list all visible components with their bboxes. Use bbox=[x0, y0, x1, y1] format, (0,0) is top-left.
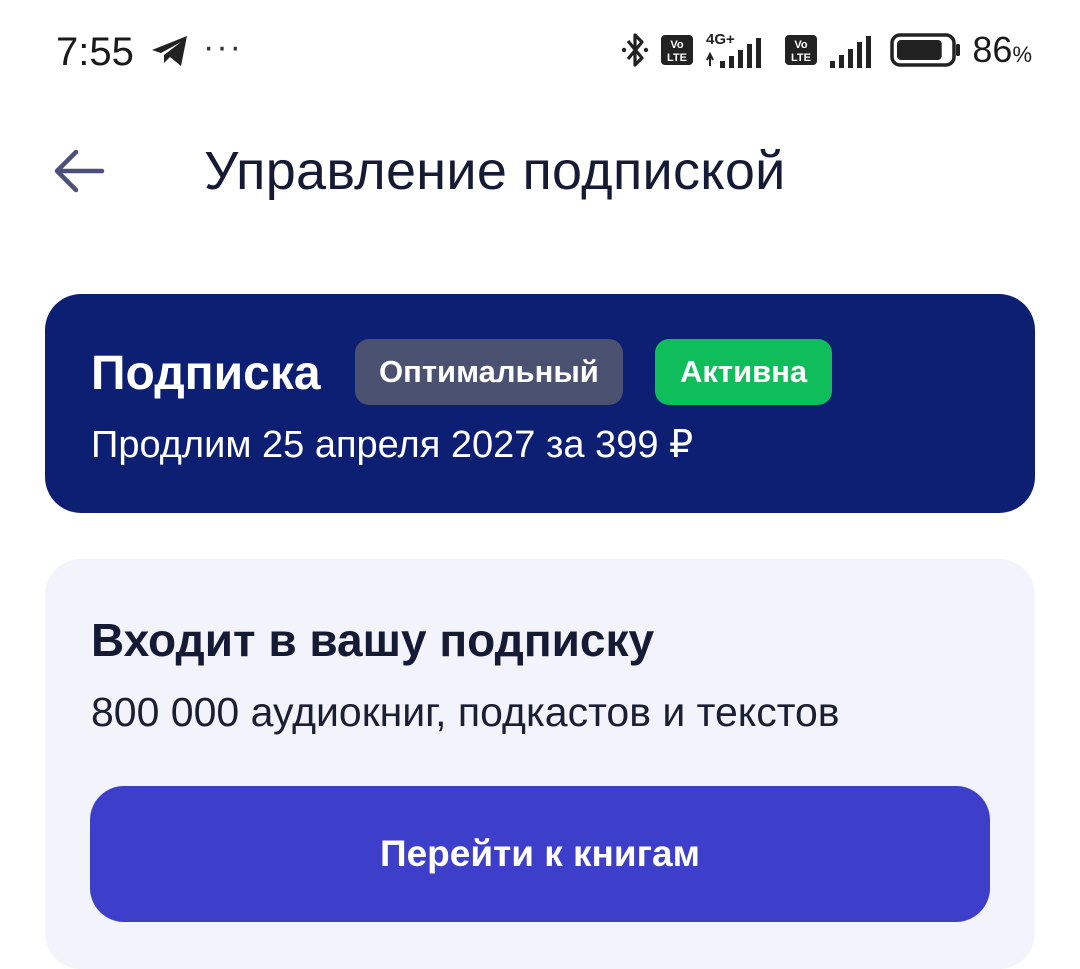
system-icons: Vo LTE 4G+ Vo LTE 86% bbox=[620, 28, 1032, 72]
telegram-icon bbox=[152, 36, 187, 66]
svg-text:Vo: Vo bbox=[671, 39, 685, 51]
arrow-left-icon[interactable] bbox=[52, 146, 106, 196]
included-description: 800 000 аудиокниг, подкастов и текстов bbox=[91, 689, 840, 735]
renewal-text: Продлим 25 апреля 2027 за 399 ₽ bbox=[91, 424, 694, 466]
included-title: Входит в вашу подписку bbox=[91, 614, 655, 666]
subscription-title: Подписка bbox=[91, 347, 321, 400]
signal-icon: 4G+ bbox=[706, 31, 762, 68]
status-badge: Активна bbox=[655, 339, 833, 405]
bluetooth-icon bbox=[622, 33, 649, 67]
svg-text:LTE: LTE bbox=[667, 52, 687, 64]
svg-text:Vo: Vo bbox=[795, 39, 809, 51]
subscription-card: Подписка Оптимальный Активна Продлим 25 … bbox=[45, 294, 1035, 513]
go-to-books-button[interactable]: Перейти к книгам bbox=[90, 786, 990, 922]
signal-icon-2 bbox=[830, 36, 872, 68]
battery-icon bbox=[890, 33, 961, 67]
more-dots-icon: ··· bbox=[203, 28, 243, 66]
network-label: 4G+ bbox=[706, 31, 735, 48]
volte-icon-2: Vo LTE bbox=[785, 35, 818, 65]
plan-badge: Оптимальный bbox=[355, 339, 623, 405]
included-card: Входит в вашу подписку 800 000 аудиокниг… bbox=[45, 559, 1035, 969]
volte-icon: Vo LTE bbox=[661, 35, 694, 65]
svg-text:LTE: LTE bbox=[791, 52, 811, 64]
battery-percentage: 86% bbox=[972, 29, 1032, 70]
page-title: Управление подпиской bbox=[204, 141, 786, 201]
status-bar: 7:55 ··· Vo LTE 4G+ Vo LTE 86% bbox=[0, 0, 1080, 100]
status-time: 7:55 bbox=[56, 30, 134, 74]
